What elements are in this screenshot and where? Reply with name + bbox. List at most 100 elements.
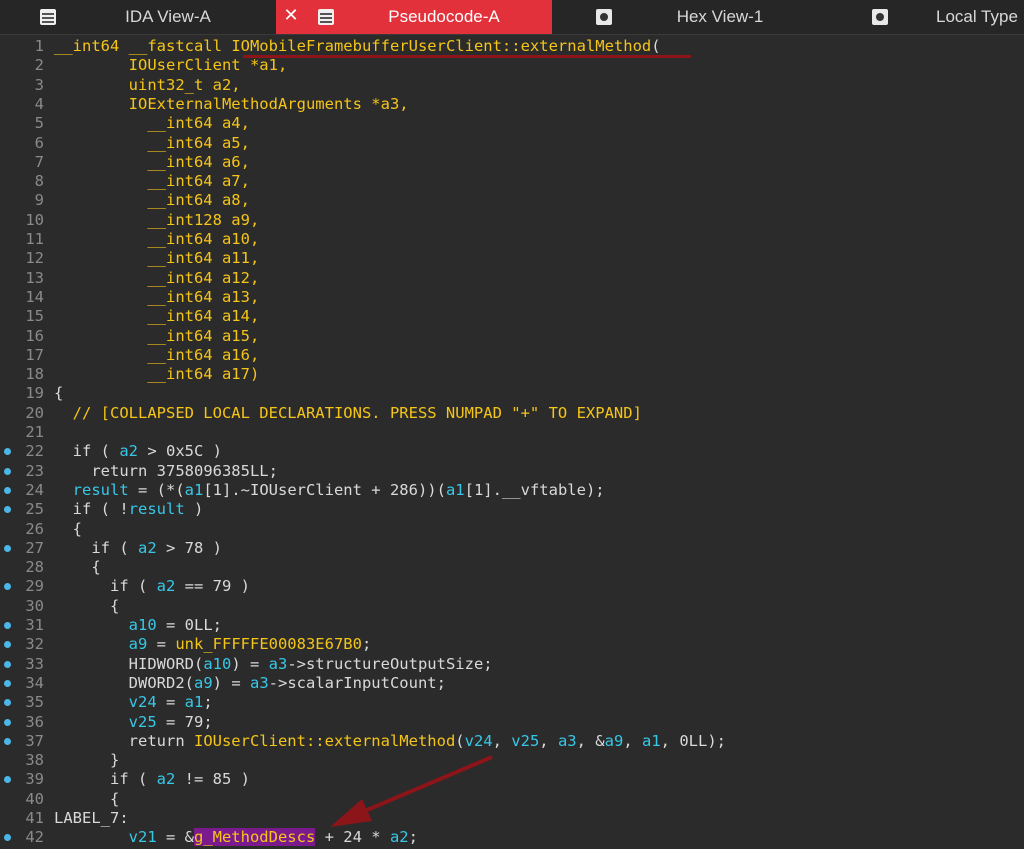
code-line[interactable]: 7 __int64 a6, (0, 153, 1024, 172)
code-token[interactable]: __int64 a10, (54, 230, 259, 248)
code-token[interactable]: , & (577, 732, 605, 750)
code-token[interactable]: } (54, 751, 119, 769)
code-token[interactable]: a10 (203, 655, 231, 673)
code-token[interactable]: ( (651, 37, 660, 55)
code-line[interactable]: 40 { (0, 790, 1024, 809)
code-line[interactable]: 5 __int64 a4, (0, 114, 1024, 133)
code-token[interactable]: __int64 a11, (54, 249, 259, 267)
code-token[interactable]: a9 (194, 674, 213, 692)
breakpoint-dot-icon[interactable] (4, 544, 11, 552)
code-token[interactable]: , (493, 732, 512, 750)
code-token[interactable]: ( (455, 732, 464, 750)
code-token[interactable]: DWORD2( (54, 674, 194, 692)
breakpoint-dot-icon[interactable] (4, 718, 11, 726)
code-token[interactable]: __int64 a16, (54, 346, 259, 364)
code-token[interactable]: { (54, 790, 119, 808)
code-token[interactable]: ; (409, 828, 418, 846)
code-line[interactable]: 36 v25 = 79; (0, 713, 1024, 732)
code-token[interactable]: a2 (157, 770, 176, 788)
code-token[interactable]: == 79 ) (175, 577, 250, 595)
code-line[interactable]: 12 __int64 a11, (0, 249, 1024, 268)
breakpoint-dot-icon[interactable] (4, 448, 11, 456)
code-line[interactable]: 16 __int64 a15, (0, 327, 1024, 346)
code-line[interactable]: 38 } (0, 751, 1024, 770)
code-line[interactable]: 17 __int64 a16, (0, 346, 1024, 365)
code-token[interactable]: a2 (390, 828, 409, 846)
code-token[interactable]: , 0LL); (661, 732, 726, 750)
code-line[interactable]: 34 DWORD2(a9) = a3->scalarInputCount; (0, 674, 1024, 693)
tab-pseudocode-a[interactable]: ✕ Pseudocode-A (276, 0, 552, 34)
code-line[interactable]: 26 { (0, 520, 1024, 539)
code-token[interactable]: IOMobileFramebufferUserClient::externalM… (231, 37, 651, 55)
code-line[interactable]: 15 __int64 a14, (0, 307, 1024, 326)
code-token[interactable]: __int128 a9, (54, 211, 259, 229)
code-token[interactable]: ) = (213, 674, 250, 692)
code-token[interactable]: { (54, 558, 100, 576)
code-token[interactable]: > 0x5C ) (138, 442, 222, 460)
code-line[interactable]: 13 __int64 a12, (0, 269, 1024, 288)
code-token[interactable]: v25 (54, 713, 157, 731)
code-line[interactable]: 18 __int64 a17) (0, 365, 1024, 384)
code-token[interactable]: a1 (185, 693, 204, 711)
code-token[interactable]: __int64 __fastcall (54, 37, 231, 55)
breakpoint-dot-icon[interactable] (4, 641, 11, 649)
code-token[interactable]: a10 (54, 616, 157, 634)
code-line[interactable]: 23 return 3758096385LL; (0, 462, 1024, 481)
code-token[interactable]: __int64 a12, (54, 269, 259, 287)
code-token[interactable]: = & (157, 828, 194, 846)
code-token[interactable]: = (157, 693, 185, 711)
highlighted-symbol[interactable]: g_MethodDescs (193, 828, 316, 847)
code-line[interactable]: 41 LABEL_7: (0, 809, 1024, 828)
code-token[interactable]: != 85 ) (175, 770, 250, 788)
code-token[interactable]: __int64 a4, (54, 114, 250, 132)
breakpoint-dot-icon[interactable] (4, 486, 11, 494)
code-token[interactable]: result (129, 500, 185, 518)
code-token[interactable]: ) (185, 500, 203, 518)
tab-hex-view-1[interactable]: Hex View-1 (552, 0, 828, 34)
code-token[interactable]: ) = (231, 655, 268, 673)
code-token[interactable]: if ( (54, 442, 119, 460)
code-token[interactable]: ; (362, 635, 371, 653)
code-line[interactable]: 25 if ( !result ) (0, 500, 1024, 519)
code-line[interactable]: 2 IOUserClient *a1, (0, 56, 1024, 75)
breakpoint-dot-icon[interactable] (4, 660, 11, 668)
code-line[interactable]: 28 { (0, 558, 1024, 577)
code-line[interactable]: 39 if ( a2 != 85 ) (0, 770, 1024, 789)
code-token[interactable]: __int64 a7, (54, 172, 250, 190)
code-token[interactable]: > 78 ) (157, 539, 222, 557)
breakpoint-dot-icon[interactable] (4, 583, 11, 591)
code-token[interactable]: v24 (54, 693, 157, 711)
code-token[interactable]: HIDWORD( (54, 655, 204, 673)
code-token[interactable]: a1 (642, 732, 661, 750)
code-token[interactable]: LABEL_7: (54, 809, 129, 827)
code-token[interactable]: a9 (605, 732, 624, 750)
code-token[interactable]: IOUserClient::externalMethod (194, 732, 455, 750)
code-line[interactable]: 30 { (0, 597, 1024, 616)
code-token[interactable]: a1 (446, 481, 465, 499)
code-token[interactable]: ->scalarInputCount; (269, 674, 446, 692)
code-token[interactable]: if ( (54, 577, 157, 595)
breakpoint-dot-icon[interactable] (4, 737, 11, 745)
code-token[interactable]: return (54, 732, 194, 750)
code-line[interactable]: 10 __int128 a9, (0, 211, 1024, 230)
code-token[interactable]: [1].__vftable); (465, 481, 605, 499)
code-line[interactable]: 8 __int64 a7, (0, 172, 1024, 191)
code-token[interactable]: a2 (157, 577, 176, 595)
code-token[interactable]: { (54, 520, 82, 538)
code-line[interactable]: 37 return IOUserClient::externalMethod(v… (0, 732, 1024, 751)
pseudocode-editor[interactable]: 1 __int64 __fastcall IOMobileFramebufferU… (0, 35, 1024, 849)
code-token[interactable]: IOUserClient *a1, (54, 56, 288, 74)
code-line[interactable]: 11 __int64 a10, (0, 230, 1024, 249)
code-line[interactable]: 3 uint32_t a2, (0, 76, 1024, 95)
code-line[interactable]: 20 // [COLLAPSED LOCAL DECLARATIONS. PRE… (0, 404, 1024, 423)
code-token[interactable]: , (623, 732, 642, 750)
code-line[interactable]: 33 HIDWORD(a10) = a3->structureOutputSiz… (0, 655, 1024, 674)
code-token[interactable]: a9 (54, 635, 148, 653)
close-icon[interactable]: ✕ (282, 6, 300, 26)
code-token[interactable]: __int64 a14, (54, 307, 259, 325)
code-line[interactable]: 4 IOExternalMethodArguments *a3, (0, 95, 1024, 114)
code-token[interactable]: ; (203, 693, 212, 711)
code-token[interactable]: if ( (54, 770, 157, 788)
code-line[interactable]: 1 __int64 __fastcall IOMobileFramebufferU… (0, 37, 1024, 56)
code-token[interactable]: __int64 a5, (54, 134, 250, 152)
